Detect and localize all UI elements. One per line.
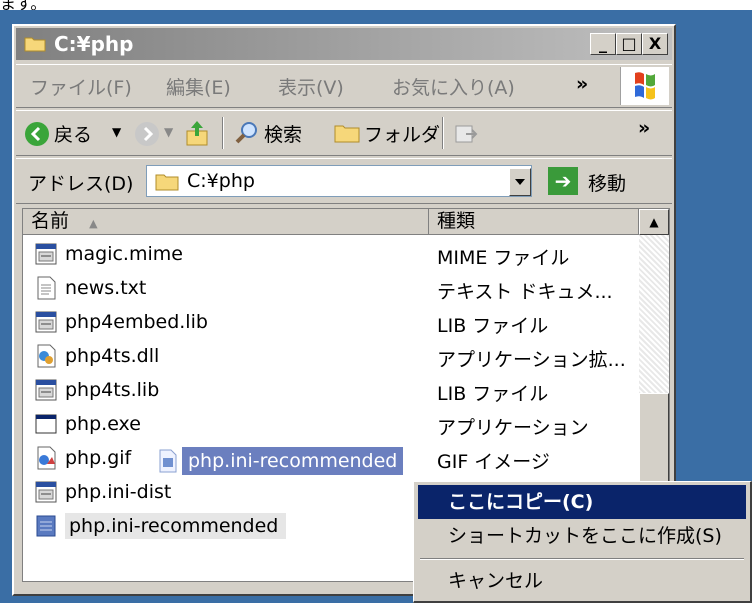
context-copy-here[interactable]: ここにコピー(C) <box>418 485 746 519</box>
context-create-shortcut[interactable]: ショートカットをここに作成(S) <box>418 519 746 553</box>
text-file-icon <box>37 276 56 300</box>
file-type: LIB ファイル <box>437 315 549 337</box>
file-name[interactable]: php.ini-recommended <box>65 513 287 539</box>
file-name[interactable]: php4embed.lib <box>65 311 208 333</box>
windows-logo <box>620 67 669 105</box>
file-type: アプリケーション拡... <box>437 349 626 371</box>
column-header-name-label: 名前 <box>31 210 70 232</box>
go-arrow-icon[interactable]: ➔ <box>548 167 578 195</box>
menu-file[interactable]: ファイル(F) <box>30 73 132 100</box>
toolbar-separator <box>442 117 444 149</box>
maximize-button[interactable]: □ <box>616 33 642 55</box>
lib-file-icon <box>35 379 57 401</box>
address-dropdown-button[interactable] <box>509 168 531 196</box>
sort-ascending-icon: ▲ <box>89 217 98 230</box>
file-name[interactable]: news.txt <box>65 277 146 299</box>
file-row[interactable]: php4ts.dll アプリケーション拡... <box>23 339 639 373</box>
file-name[interactable]: php.gif <box>65 447 131 469</box>
folders-icon[interactable] <box>334 122 360 144</box>
file-name[interactable]: php.ini-dist <box>65 481 171 503</box>
menu-chevron[interactable]: » <box>576 73 588 95</box>
menu-view[interactable]: 表示(V) <box>278 73 344 100</box>
file-type: MIME ファイル <box>437 247 570 269</box>
dll-file-icon <box>37 344 56 368</box>
context-menu: ここにコピー(C) ショートカットをここに作成(S) キャンセル <box>413 481 752 603</box>
menu-edit[interactable]: 編集(E) <box>166 73 231 100</box>
back-arrow-icon[interactable] <box>24 121 50 147</box>
forward-dropdown-icon[interactable]: ▼ <box>164 125 173 139</box>
file-name[interactable]: magic.mime <box>65 243 183 265</box>
lib-file-icon <box>35 243 57 265</box>
file-row[interactable]: php.exe アプリケーション <box>23 407 639 441</box>
column-header-type[interactable]: 種類 <box>429 209 639 235</box>
file-name[interactable]: php4ts.lib <box>65 379 159 401</box>
menu-favorites[interactable]: お気に入り(A) <box>392 73 515 100</box>
file-name[interactable]: php4ts.dll <box>65 345 159 367</box>
toolbar: 戻る ▼ ▼ 検索 フォルダ » <box>16 110 672 156</box>
chevron-down-icon <box>515 179 525 185</box>
gif-file-icon <box>37 446 56 470</box>
context-cancel[interactable]: キャンセル <box>418 564 746 598</box>
file-name[interactable]: php.exe <box>65 413 141 435</box>
search-button[interactable]: 検索 <box>264 120 302 147</box>
folder-icon <box>24 37 46 52</box>
title-bar[interactable]: C:¥php _ □ X <box>16 28 672 60</box>
context-separator <box>420 558 744 560</box>
go-button[interactable]: 移動 <box>588 169 626 196</box>
file-type: アプリケーション <box>437 417 589 439</box>
window-title: C:¥php <box>54 32 134 56</box>
back-button[interactable]: 戻る <box>54 120 92 147</box>
folders-button[interactable]: フォルダ <box>364 120 440 147</box>
menu-bar: ファイル(F) 編集(E) 表示(V) お気に入り(A) » <box>16 64 672 108</box>
move-to-icon[interactable] <box>454 122 480 146</box>
ini-file-icon <box>159 449 177 473</box>
file-type: LIB ファイル <box>437 383 549 405</box>
ini-file-icon <box>36 515 56 537</box>
address-input[interactable]: C:¥php <box>146 165 532 197</box>
address-label: アドレス(D) <box>28 173 134 195</box>
lib-file-icon <box>35 311 57 333</box>
search-icon[interactable] <box>234 120 260 146</box>
file-type: GIF イメージ <box>437 451 550 473</box>
folder-icon <box>155 174 179 191</box>
windows-flag-icon <box>635 72 655 100</box>
scroll-up-button[interactable]: ▲ <box>639 209 669 235</box>
file-type: テキスト ドキュメ... <box>437 281 613 303</box>
close-button[interactable]: X <box>642 33 668 55</box>
address-value: C:¥php <box>187 170 255 192</box>
file-row[interactable]: php4ts.lib LIB ファイル <box>23 373 639 407</box>
column-header-name[interactable]: 名前 ▲ <box>23 209 429 235</box>
address-bar: アドレス(D) C:¥php ➔ 移動 <box>16 158 672 204</box>
exe-file-icon <box>35 414 57 434</box>
drag-ghost-label: php.ini-recommended <box>182 447 404 475</box>
lib-file-icon <box>35 481 57 503</box>
up-folder-icon[interactable] <box>184 119 210 147</box>
minimize-button[interactable]: _ <box>590 33 616 55</box>
file-row[interactable]: news.txt テキスト ドキュメ... <box>23 271 639 305</box>
file-row[interactable]: magic.mime MIME ファイル <box>23 237 639 271</box>
forward-arrow-icon[interactable] <box>134 121 160 147</box>
column-header-type-label: 種類 <box>437 210 476 232</box>
file-row[interactable]: php4embed.lib LIB ファイル <box>23 305 639 339</box>
toolbar-separator <box>222 117 224 149</box>
toolbar-chevron[interactable]: » <box>638 117 650 139</box>
back-dropdown-icon[interactable]: ▼ <box>112 125 121 139</box>
